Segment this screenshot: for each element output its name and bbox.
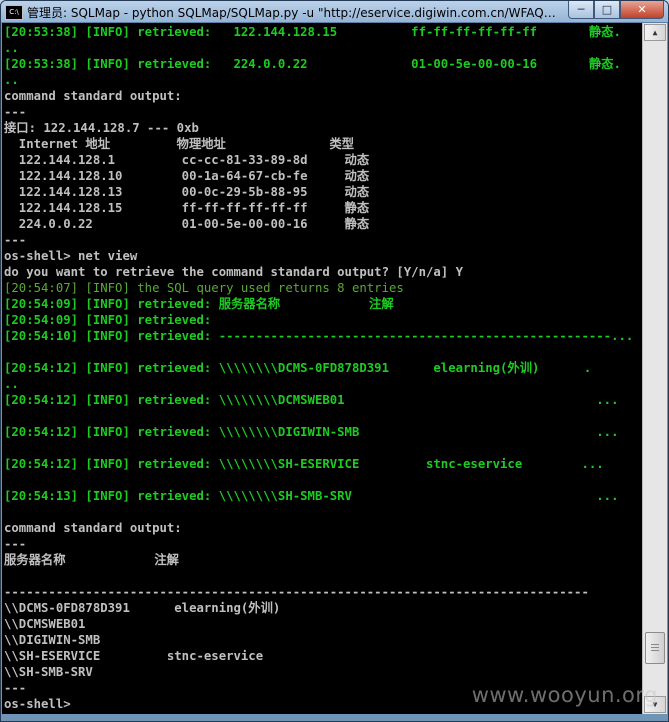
console-line: os-shell> net view xyxy=(4,249,138,263)
console-line: 122.144.128.1 cc-cc-81-33-89-8d 动态 xyxy=(4,153,370,167)
console-line: \\SH-SMB-SRV xyxy=(4,665,93,679)
console-line: \\SH-ESERVICE stnc-eservice xyxy=(4,649,264,663)
console-line: .. xyxy=(4,73,19,87)
console-line: [20:54:13] [INFO] retrieved: \\\\\\\\SH-… xyxy=(4,489,619,503)
console-output[interactable]: [20:53:38] [INFO] retrieved: 122.144.128… xyxy=(2,23,642,714)
console-line: \\DCMSWEB01 xyxy=(4,617,86,631)
console-line: 接口: 122.144.128.7 --- 0xb xyxy=(4,121,199,135)
console-window: C:\ 管理员: SQLMap - python SQLMap/SQLMap.p… xyxy=(0,0,669,722)
console-line: [20:54:12] [INFO] retrieved: \\\\\\\\SH-… xyxy=(4,457,604,471)
console-app-icon[interactable]: C:\ xyxy=(5,5,23,20)
console-line: 服务器名称 注解 xyxy=(4,553,179,567)
console-line: [20:54:09] [INFO] retrieved: xyxy=(4,313,212,327)
console-line: Internet 地址 物理地址 类型 xyxy=(4,137,355,151)
maximize-button[interactable]: □ xyxy=(594,1,620,19)
window-title: 管理员: SQLMap - python SQLMap/SQLMap.py -u… xyxy=(27,6,557,20)
console-lines: [20:53:38] [INFO] retrieved: 122.144.128… xyxy=(4,24,642,712)
console-line: 122.144.128.10 00-1a-64-67-cb-fe 动态 xyxy=(4,169,370,183)
console-line: [20:54:12] [INFO] retrieved: \\\\\\\\DCM… xyxy=(4,393,619,407)
console-line: \\DCMS-0FD878D391 elearning(外训) xyxy=(4,601,281,615)
close-button[interactable]: ✕ xyxy=(620,1,664,19)
console-line: --- xyxy=(4,233,27,247)
console-line: 122.144.128.13 00-0c-29-5b-88-95 动态 xyxy=(4,185,370,199)
console-line: command standard output: xyxy=(4,89,182,103)
window-bottom-border xyxy=(1,714,668,721)
console-line: [20:53:38] [INFO] retrieved: 224.0.0.22 … xyxy=(4,57,621,71)
console-line: [20:54:09] [INFO] retrieved: 服务器名称 注解 xyxy=(4,297,394,311)
console-line: [20:54:07] [INFO] the SQL query used ret… xyxy=(4,281,404,295)
console-line: 122.144.128.15 ff-ff-ff-ff-ff-ff 静态 xyxy=(4,201,370,215)
console-line: --- xyxy=(4,537,27,551)
minimize-button[interactable]: ─ xyxy=(568,1,594,19)
watermark: www.wooyun.org xyxy=(471,683,658,707)
console-line: --- xyxy=(4,105,27,119)
console-line: \\DIGIWIN-SMB xyxy=(4,633,101,647)
console-line: [20:54:12] [INFO] retrieved: \\\\\\\\DCM… xyxy=(4,361,592,375)
scroll-thumb[interactable] xyxy=(645,631,665,664)
scroll-up-button[interactable]: ▲ xyxy=(644,24,666,41)
console-line: command standard output: xyxy=(4,521,182,535)
console-line: ----------------------------------------… xyxy=(4,585,589,599)
vertical-scrollbar[interactable]: ▲ ▼ xyxy=(642,23,667,714)
console-line: 224.0.0.22 01-00-5e-00-00-16 静态 xyxy=(4,217,370,231)
console-line: .. xyxy=(4,41,19,55)
console-line: [20:53:38] [INFO] retrieved: 122.144.128… xyxy=(4,25,621,39)
console-line: [20:54:10] [INFO] retrieved: -----------… xyxy=(4,329,634,343)
window-controls: ─ □ ✕ xyxy=(568,1,664,19)
console-line: do you want to retrieve the command stan… xyxy=(4,265,464,279)
title-bar[interactable]: C:\ 管理员: SQLMap - python SQLMap/SQLMap.p… xyxy=(1,1,668,23)
console-line: .. xyxy=(4,377,19,391)
console-line: [20:54:12] [INFO] retrieved: \\\\\\\\DIG… xyxy=(4,425,619,439)
